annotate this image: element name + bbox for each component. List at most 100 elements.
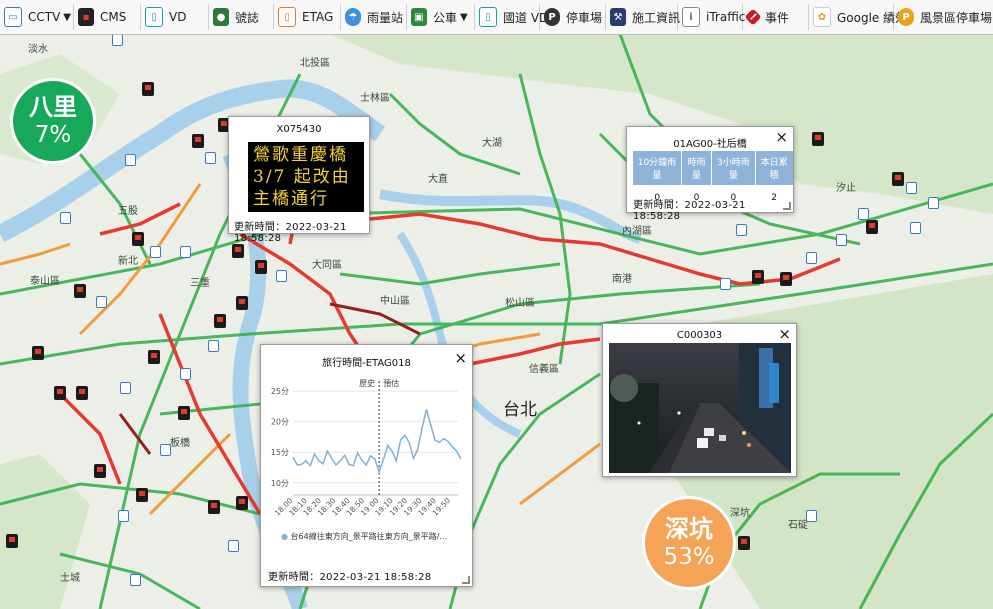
itraffic-icon: i	[682, 7, 700, 27]
layer-label: VD	[169, 10, 187, 24]
cctv-marker[interactable]	[96, 296, 107, 308]
cms-marker[interactable]	[236, 296, 248, 310]
occupancy-circle-bali[interactable]: 八里 7%	[10, 78, 96, 164]
rain-gauge-icon: ☂	[345, 8, 361, 26]
cctv-marker[interactable]	[276, 270, 287, 282]
vd-icon: ▯	[145, 7, 163, 27]
cms-marker[interactable]	[214, 314, 226, 328]
cms-popup[interactable]: X075430 鶯歌重慶橋 3/7 起改由 主橋通行 更新時間：2022-03-…	[228, 116, 370, 244]
resize-handle[interactable]	[783, 202, 791, 210]
cctv-marker[interactable]	[125, 154, 136, 166]
popup-title: 01AG00-社后橋	[673, 139, 747, 150]
cms-message-line: 3/7 起改由	[253, 167, 351, 187]
chevron-down-icon[interactable]: ▼	[63, 12, 71, 23]
layer-signal[interactable]: ● 號誌	[209, 4, 274, 30]
layer-google-performance[interactable]: ✿ Google 績效	[809, 4, 907, 30]
cctv-marker[interactable]	[120, 382, 131, 394]
cms-marker[interactable]	[208, 500, 220, 514]
layer-rain[interactable]: ☂ 雨量站	[341, 4, 407, 30]
layer-label: iTraffic	[706, 10, 746, 24]
cctv-marker[interactable]	[150, 246, 161, 258]
cctv-marker[interactable]	[180, 246, 191, 258]
layer-scenic-parking[interactable]: P 風景區停車場	[894, 4, 992, 30]
layer-vd[interactable]: ▯ VD	[141, 4, 209, 30]
cms-marker[interactable]	[94, 464, 106, 478]
cms-marker[interactable]	[866, 220, 878, 234]
cms-marker[interactable]	[74, 284, 86, 298]
layer-incident[interactable]: ! 事件	[743, 4, 809, 30]
close-icon[interactable]: ×	[778, 326, 791, 342]
cms-marker[interactable]	[232, 244, 244, 258]
resize-handle[interactable]	[462, 576, 470, 584]
layer-etag[interactable]: ▯ ETAG	[274, 4, 341, 30]
map-background[interactable]	[0, 34, 993, 609]
cms-marker[interactable]	[54, 386, 66, 400]
layer-label: 停車場	[566, 10, 603, 25]
layer-label: 施工資訊	[632, 10, 681, 25]
cctv-marker[interactable]	[208, 340, 219, 352]
etag-travel-time-popup[interactable]: 旅行時間-ETAG018 × 10分 15分 20分 25分 18:00 18:10 18:…	[260, 344, 473, 587]
layer-label: 公車	[433, 10, 458, 25]
cms-marker[interactable]	[132, 232, 144, 246]
cms-marker[interactable]	[142, 82, 154, 96]
cctv-marker[interactable]	[130, 574, 141, 586]
occupancy-percent: 7%	[34, 121, 72, 148]
cms-marker[interactable]	[178, 406, 190, 420]
cctv-marker[interactable]	[806, 252, 817, 264]
cctv-marker[interactable]	[205, 152, 216, 164]
layer-construction[interactable]: ⚒ 施工資訊	[606, 4, 681, 30]
scenic-parking-icon: P	[898, 8, 914, 26]
cctv-marker[interactable]	[928, 197, 939, 209]
construction-icon: ⚒	[610, 8, 626, 26]
cms-marker[interactable]	[32, 346, 44, 360]
cctv-marker[interactable]	[720, 278, 731, 290]
layer-itraffic[interactable]: i iTraffic	[678, 4, 746, 30]
layer-cms[interactable]: ▪ CMS	[74, 4, 141, 30]
close-icon[interactable]: ×	[454, 350, 467, 366]
cctv-icon: ▭	[4, 7, 22, 27]
cctv-marker[interactable]	[118, 510, 129, 522]
traffic-signal-icon: ●	[213, 8, 229, 26]
rain-popup[interactable]: 01AG00-社后橋 × 10分鐘雨量 時雨量 3小時雨量 本日累積 0 0 0…	[626, 126, 794, 222]
cms-marker[interactable]	[236, 496, 248, 510]
layer-label: CMS	[100, 10, 127, 24]
cctv-marker[interactable]	[806, 510, 817, 522]
cms-marker[interactable]	[192, 134, 204, 148]
cctv-marker[interactable]	[60, 212, 71, 224]
chevron-down-icon[interactable]: ▼	[460, 12, 468, 23]
cms-marker[interactable]	[812, 132, 824, 146]
rain-header: 本日累積	[755, 151, 793, 185]
layer-parking[interactable]: P 停車場	[540, 4, 606, 30]
cctv-marker[interactable]	[836, 234, 847, 246]
cms-marker[interactable]	[6, 534, 18, 548]
cctv-marker[interactable]	[228, 540, 239, 552]
cms-marker[interactable]	[752, 270, 764, 284]
cms-marker[interactable]	[255, 260, 267, 274]
layer-freeway-vd[interactable]: ▯ 國道 VD	[475, 4, 548, 30]
cctv-marker[interactable]	[180, 368, 191, 380]
cms-marker[interactable]	[76, 386, 88, 400]
cms-message-board: 鶯歌重慶橋 3/7 起改由 主橋通行	[248, 142, 364, 212]
cms-marker[interactable]	[738, 536, 750, 550]
camera-popup[interactable]: C000303 ×	[602, 323, 797, 477]
layer-bus[interactable]: ▣ 公車 ▼	[407, 4, 475, 30]
close-icon[interactable]: ×	[775, 129, 788, 145]
popup-title: C000303	[676, 330, 723, 341]
cctv-marker[interactable]	[160, 444, 171, 456]
cctv-marker[interactable]	[858, 208, 869, 220]
cctv-marker[interactable]	[906, 182, 917, 194]
layer-cctv[interactable]: ▭ CCTV ▼	[0, 4, 74, 30]
freeway-vd-icon: ▯	[479, 7, 497, 27]
cms-marker[interactable]	[136, 488, 148, 502]
cms-marker[interactable]	[892, 172, 904, 186]
cms-marker[interactable]	[780, 272, 792, 286]
popup-title: X075430	[276, 124, 322, 135]
google-performance-icon: ✿	[813, 7, 831, 27]
traffic-map[interactable]: 淡水 北投區 士林區 內湖區 大同區 松山區 台北 五股 泰山區 新北 信義區 …	[0, 34, 993, 609]
cctv-marker[interactable]	[112, 34, 123, 46]
cms-marker[interactable]	[148, 350, 160, 364]
cctv-marker[interactable]	[910, 222, 921, 234]
popup-updated-time: 更新時間：2022-03-21 18:58:28	[234, 222, 347, 244]
cctv-marker[interactable]	[736, 224, 747, 236]
occupancy-circle-shenkeng[interactable]: 深坑 53%	[642, 496, 736, 590]
